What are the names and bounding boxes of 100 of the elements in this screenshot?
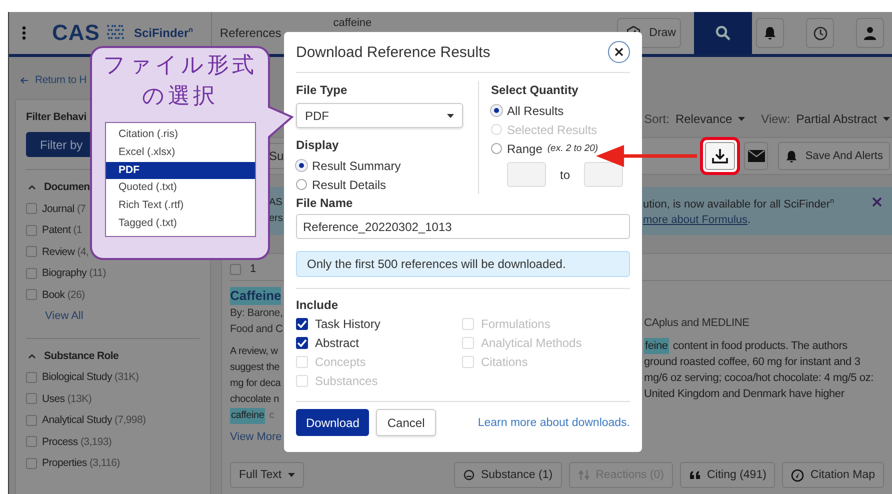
menu-icon[interactable] [22, 26, 26, 40]
highlighted-term: feine [644, 338, 669, 354]
filter-button[interactable]: Filter by [26, 132, 90, 157]
bell-icon [785, 150, 798, 162]
file-name-field[interactable]: Reference_20220302_1013 [296, 214, 630, 239]
bell-icon [763, 26, 777, 40]
user-icon [863, 26, 877, 40]
field-label: Select Quantity [491, 82, 578, 99]
history-button[interactable] [806, 18, 834, 48]
result-source: Food and C [230, 322, 283, 337]
view-dropdown[interactable]: Partial Abstract [796, 112, 890, 126]
checkbox[interactable] [296, 318, 308, 330]
close-icon [614, 47, 624, 57]
save-alerts-button[interactable]: Save And Alerts [778, 142, 890, 170]
abstract-text: mg/6 oz serving; cocoa/hot chocolate: 4 mg/5 oz: [644, 371, 874, 386]
dialog-title: Download Reference Results [296, 44, 492, 60]
option-label[interactable]: Task History [315, 316, 380, 330]
chevron-icon[interactable] [28, 184, 36, 190]
range-end-field[interactable] [584, 162, 624, 187]
caret-icon [883, 117, 890, 121]
callout-text: の選択 [142, 83, 218, 111]
filter-option[interactable]: Analytical Study (7,998) [42, 414, 146, 426]
range-start-field[interactable] [507, 162, 546, 187]
filter-option[interactable]: Patent (1 [42, 224, 82, 236]
abstract-text: mg for deca [230, 377, 281, 391]
checkbox[interactable] [26, 414, 37, 426]
envelope-icon [748, 150, 765, 162]
checkbox[interactable] [230, 264, 241, 274]
search-button[interactable] [694, 12, 752, 54]
checkbox[interactable] [26, 246, 37, 258]
checkbox[interactable] [26, 372, 37, 383]
checkbox[interactable] [26, 393, 37, 404]
back-link-text[interactable]: Return to H [35, 74, 86, 86]
radio-button[interactable] [491, 143, 502, 154]
abstract-text: A review, w [230, 345, 278, 359]
result-title[interactable]: Caffeine [230, 287, 282, 305]
download-button[interactable]: Download [296, 409, 370, 436]
file-type-option[interactable]: Quoted (.txt) [106, 179, 254, 198]
abstract-text: United Kingdom and Denmark have higher [644, 387, 844, 402]
sort-label: Sort: [644, 112, 670, 126]
checkbox[interactable] [26, 268, 37, 279]
banner-text: AS [269, 196, 282, 210]
callout-text: ファイル形式 [103, 52, 257, 80]
email-button[interactable] [744, 142, 768, 170]
account-button[interactable] [856, 18, 884, 48]
view-more-link[interactable]: View More [230, 430, 282, 444]
substance-icon [462, 469, 475, 481]
caret-icon [288, 473, 295, 477]
learn-more-link[interactable]: Learn more about downloads. [478, 416, 630, 428]
field-label: File Name [296, 195, 353, 212]
filter-option[interactable]: Biography (11) [42, 267, 106, 280]
file-type-option[interactable]: PDF [106, 162, 254, 180]
option-label[interactable]: Result Details [312, 178, 386, 192]
checkbox[interactable] [26, 224, 37, 236]
file-type-option[interactable]: Citation (.ris) [106, 126, 254, 144]
section-title: Documen [44, 181, 90, 193]
filter-option[interactable]: Uses (13K) [42, 392, 92, 405]
substance-button[interactable]: Substance (1) [454, 462, 562, 488]
search-icon [715, 25, 731, 41]
filter-option[interactable]: Review (4, [42, 246, 89, 258]
view-all-link[interactable]: View All [45, 310, 84, 322]
file-type-option[interactable]: Tagged (.txt) [106, 214, 254, 233]
file-type-dropdown[interactable]: PDF [296, 103, 463, 128]
filter-option[interactable]: Biological Study (31K) [42, 371, 139, 384]
option-label[interactable]: Range [507, 142, 542, 156]
filter-option[interactable]: Process (3,193) [42, 436, 112, 448]
filter-option[interactable]: Journal (7 [42, 202, 86, 215]
search-query[interactable]: caffeine [333, 17, 372, 30]
map-button[interactable]: Citation Map [782, 462, 884, 488]
notifications-button[interactable] [756, 18, 784, 48]
option-label[interactable]: Abstract [315, 336, 360, 350]
checkbox[interactable] [26, 289, 37, 300]
option-label[interactable]: All Results [507, 104, 564, 118]
database-text: CAplus and MEDLINE [644, 316, 750, 331]
checkbox[interactable] [26, 203, 37, 214]
option-label[interactable]: Result Summary [312, 158, 401, 172]
file-type-option[interactable]: Excel (.xlsx) [106, 144, 254, 162]
reaction-arrows-icon [578, 469, 590, 481]
close-icon[interactable] [872, 197, 882, 207]
radio-button[interactable] [296, 179, 307, 190]
formulus-link[interactable]: more about Formulus [643, 214, 748, 226]
checkbox[interactable] [26, 436, 37, 448]
field-label: Display [296, 137, 339, 154]
logo-text: CAS [52, 20, 100, 46]
range-hint: (ex. 2 to 20) [547, 143, 598, 154]
back-link[interactable]: Return to H [20, 71, 86, 89]
filter-option[interactable]: Properties (3,116) [42, 457, 120, 470]
citing-button[interactable]: Citing (491) [680, 462, 776, 488]
cancel-button[interactable]: Cancel [376, 409, 436, 436]
chevron-icon[interactable] [28, 352, 36, 358]
filter-option[interactable]: Book (26) [42, 288, 85, 301]
search-type-dropdown[interactable]: References [220, 26, 282, 40]
file-type-option[interactable]: Rich Text (.rtf) [106, 197, 254, 215]
close-button[interactable] [608, 41, 630, 63]
full-text-button[interactable]: Full Text [230, 462, 304, 488]
checkbox[interactable] [26, 458, 37, 469]
download-button[interactable] [705, 142, 736, 170]
checkbox[interactable] [296, 336, 308, 348]
sort-dropdown[interactable]: Relevance [675, 112, 746, 126]
range-separator: to [560, 168, 570, 182]
